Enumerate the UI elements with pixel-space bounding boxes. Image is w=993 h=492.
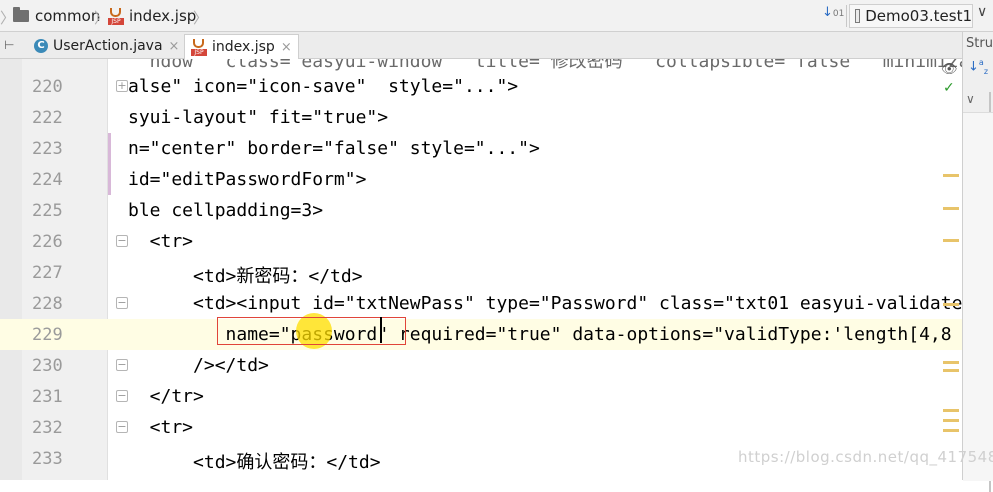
fold-minus-icon[interactable]: − — [116, 297, 128, 309]
jsp-file-icon: JSP — [108, 7, 124, 25]
line-number: 229 — [32, 325, 63, 345]
code-line: 225 ble cellpadding=3> — [0, 195, 962, 226]
fold-minus-icon[interactable]: − — [116, 421, 128, 433]
code-line: 231 − </tr> — [0, 381, 962, 412]
run-configuration-label: Demo03.test1 — [865, 7, 972, 25]
code-line: 228 − <td><input id="txtNewPass" type="P… — [0, 288, 962, 319]
toolbar-separator — [846, 5, 847, 27]
line-number: 231 — [32, 387, 63, 407]
code-line: 222 syui-layout" fit="true"> — [0, 102, 962, 133]
code-text: syui-layout" fit="true"> — [128, 107, 389, 128]
tab-pin-icon[interactable]: ⊢ — [4, 38, 14, 52]
jsp-file-icon: JSP — [191, 38, 207, 56]
chevron-down-icon[interactable]: ∨ — [977, 4, 987, 20]
vcs-change-marker — [108, 133, 111, 195]
tab-useraction-java[interactable]: C UserAction.java × — [28, 34, 185, 58]
code-text: <tr> — [128, 417, 194, 438]
code-text: n="center" border="false" style="..."> — [128, 138, 540, 159]
eye-icon[interactable]: 👁 — [941, 62, 958, 77]
code-text: <td><input id="txtNewPass" type="Passwor… — [128, 293, 962, 314]
chevron-down-icon[interactable]: ∨ — [966, 92, 975, 106]
warning-marker[interactable] — [943, 303, 959, 306]
close-icon[interactable]: × — [281, 40, 292, 55]
line-number: 224 — [32, 170, 63, 190]
line-number: 230 — [32, 356, 63, 376]
editor-tab-bar: ⊢ C UserAction.java × JSP index.jsp × — [0, 32, 962, 59]
fold-minus-icon[interactable]: − — [116, 235, 128, 247]
watermark-text: https://blog.csdn.net/qq_41754840 — [738, 448, 993, 466]
navigation-bar: 〉 common 〉 JSP index.jsp 〉 ↓01 Demo03.te… — [0, 0, 993, 32]
tab-label: index.jsp — [212, 39, 275, 55]
chevron-right-icon: 〉 — [0, 9, 16, 27]
sort-down-icon[interactable]: ↓01 — [822, 5, 844, 27]
warning-marker[interactable] — [943, 369, 959, 372]
code-text: </tr> — [128, 386, 204, 407]
fold-plus-icon[interactable]: + — [116, 80, 128, 92]
breadcrumb-file-label: index.jsp — [129, 7, 197, 25]
code-text: ble cellpadding=3> — [128, 200, 324, 221]
code-text: id="editPasswordForm"> — [128, 169, 367, 190]
tab-label: UserAction.java — [53, 38, 163, 54]
java-class-icon: C — [34, 39, 48, 53]
code-line: 220 + alse" icon="icon-save" style="..."… — [0, 71, 962, 102]
line-number: 222 — [32, 108, 63, 128]
line-number: 223 — [32, 139, 63, 159]
sort-alpha-icon[interactable]: ↓az — [968, 58, 988, 76]
chevron-right-icon: 〉 — [94, 9, 110, 27]
run-config-icon — [855, 9, 861, 23]
code-text: <td>确认密码：</td> — [128, 452, 381, 473]
line-number: 228 — [32, 294, 63, 314]
annotation-highlight-box — [217, 317, 406, 345]
warning-marker[interactable] — [943, 174, 959, 177]
breadcrumb-folder[interactable]: common — [13, 0, 100, 32]
fold-minus-icon[interactable]: − — [116, 390, 128, 402]
structure-tree — [963, 112, 993, 481]
line-number: 227 — [32, 263, 63, 283]
tab-index-jsp[interactable]: JSP index.jsp × — [184, 34, 299, 59]
chevron-right-icon: 〉 — [193, 9, 209, 27]
code-text: <tr> — [128, 231, 194, 252]
code-text: alse" icon="icon-save" style="..."> — [128, 76, 519, 97]
warning-marker[interactable] — [943, 409, 959, 412]
inspection-ok-icon[interactable]: ✓ — [943, 80, 957, 96]
code-line: 227 <td>新密码：</td> — [0, 257, 962, 288]
fold-minus-icon[interactable]: − — [116, 359, 128, 371]
warning-marker[interactable] — [943, 429, 959, 432]
line-number: 232 — [32, 418, 63, 438]
structure-panel: Struc ↓az ∨ — [962, 32, 993, 492]
code-line: 224 id="editPasswordForm"> — [0, 164, 962, 195]
text-caret — [380, 317, 382, 343]
breadcrumb-folder-label: common — [35, 7, 101, 25]
code-line: 232 − <tr> — [0, 412, 962, 443]
warning-marker[interactable] — [943, 361, 959, 364]
code-line: 226 − <tr> — [0, 226, 962, 257]
code-text: /></td> — [128, 355, 269, 376]
line-number: 233 — [32, 449, 63, 469]
warning-marker[interactable] — [943, 207, 959, 210]
warning-marker[interactable] — [943, 419, 959, 422]
code-line: 230 − /></td> — [0, 350, 962, 381]
line-number: 220 — [32, 77, 63, 97]
folder-icon — [13, 7, 29, 22]
close-icon[interactable]: × — [169, 39, 180, 54]
code-text: <td>新密码：</td> — [128, 266, 363, 287]
structure-title[interactable]: Struc — [966, 36, 993, 51]
warning-marker[interactable] — [943, 239, 959, 242]
line-number: 226 — [32, 232, 63, 252]
current-code-line: 229 name="password" required="true" data… — [0, 319, 962, 350]
run-configuration-selector[interactable]: Demo03.test1 — [849, 4, 973, 28]
line-number: 225 — [32, 201, 63, 221]
code-editor[interactable]: ndow" class="easyui-window" title="修改密码"… — [0, 59, 962, 480]
code-line: 223 n="center" border="false" style="...… — [0, 133, 962, 164]
breadcrumb-file[interactable]: JSP index.jsp — [108, 0, 196, 32]
